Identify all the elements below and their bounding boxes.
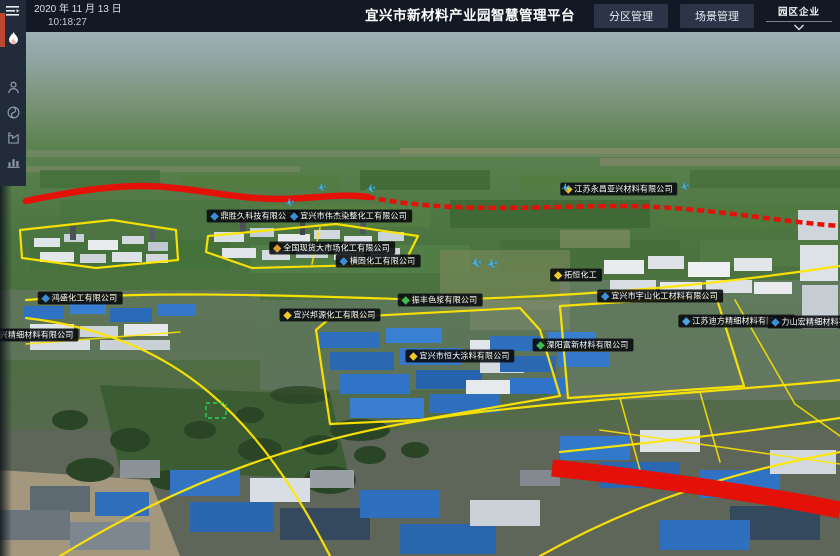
dropdown-label: 园区企业 <box>778 4 820 18</box>
jet-marker-icon[interactable]: ✈ <box>485 256 500 272</box>
jet-marker-icon[interactable]: ✈ <box>679 182 691 195</box>
company-name: 振丰色浆有限公司 <box>412 296 478 305</box>
company-marker-icon <box>401 296 409 304</box>
company-label[interactable]: 全国现货大市场化工有限公司 <box>269 242 395 255</box>
datetime-block: 2020 年 11 月 13 日 10:18:27 <box>34 3 122 29</box>
company-marker-icon <box>601 292 609 300</box>
company-name: 宜兴市宇山化工材料有限公司 <box>611 292 718 301</box>
company-label[interactable]: 江苏永昌亚兴材料有限公司 <box>560 183 677 196</box>
company-name: 宜兴市恒大涂料有限公司 <box>419 352 509 361</box>
flame-icon <box>7 31 20 46</box>
company-marker-icon <box>771 318 779 326</box>
jet-marker-icon[interactable]: ✈ <box>469 255 484 271</box>
company-marker-icon <box>536 341 544 349</box>
company-name: 宜兴市伟杰染整化工有限公司 <box>300 212 407 221</box>
sidebar-item-fire[interactable] <box>0 27 26 49</box>
company-marker-icon <box>41 294 49 302</box>
company-name: 横固化工有限公司 <box>350 257 416 266</box>
company-name: 全国现货大市场化工有限公司 <box>283 244 390 253</box>
company-marker-icon <box>409 352 417 360</box>
menu-icon <box>6 5 20 17</box>
tool-sidebar <box>0 0 26 186</box>
company-label[interactable]: 力山宏精细材料有限公司 <box>767 316 840 329</box>
company-label[interactable]: 振兴精细材料有限公司 <box>0 329 79 342</box>
company-label[interactable]: 鸿盛化工有限公司 <box>38 292 123 305</box>
radar-icon <box>7 106 20 119</box>
company-name: 拓恒化工 <box>564 271 597 280</box>
sidebar-item-enterprise[interactable] <box>0 126 26 148</box>
map-overlay: 鼎胜久科技有限公司 宜兴市伟杰染整化工有限公司 全国现货大市场化工有限公司 横固… <box>0 32 840 556</box>
company-marker-icon <box>682 317 690 325</box>
company-marker-icon <box>210 212 218 220</box>
company-marker-icon <box>339 257 347 265</box>
partition-manage-button[interactable]: 分区管理 <box>594 4 668 28</box>
scene-manage-button[interactable]: 场景管理 <box>680 4 754 28</box>
bar-chart-icon <box>7 155 20 168</box>
company-marker-icon <box>290 212 298 220</box>
park-enterprise-dropdown[interactable]: 园区企业 <box>766 2 832 31</box>
header-actions: 分区管理 场景管理 园区企业 <box>594 0 832 32</box>
dropdown-underline <box>766 21 832 22</box>
jet-marker-icon[interactable]: ✈ <box>316 183 328 196</box>
company-label[interactable]: 宜兴市伟杰染整化工有限公司 <box>286 210 412 223</box>
company-marker-icon <box>554 271 562 279</box>
company-name: 力山宏精细材料有限公司 <box>781 318 840 327</box>
sidebar-item-personnel[interactable] <box>0 76 26 98</box>
company-name: 溧阳富新材料有限公司 <box>547 341 629 350</box>
company-name: 鸿盛化工有限公司 <box>52 294 118 303</box>
company-name: 宜兴邦源化工有限公司 <box>294 311 376 320</box>
company-marker-icon <box>283 311 291 319</box>
top-bar: 2020 年 11 月 13 日 10:18:27 宜兴市新材料产业园智慧管理平… <box>26 0 840 32</box>
current-date: 2020 年 11 月 13 日 <box>34 3 122 16</box>
sidebar-item-radar[interactable] <box>0 101 26 123</box>
company-label[interactable]: 宜兴市宇山化工材料有限公司 <box>597 290 723 303</box>
page-title: 宜兴市新材料产业园智慧管理平台 <box>365 0 575 32</box>
jet-marker-icon[interactable]: ✈ <box>284 198 296 211</box>
company-name: 江苏永昌亚兴材料有限公司 <box>574 185 672 194</box>
chevron-down-icon <box>793 24 805 31</box>
map-3d-viewport[interactable]: 鼎胜久科技有限公司 宜兴市伟杰染整化工有限公司 全国现货大市场化工有限公司 横固… <box>0 32 840 556</box>
factory-icon <box>7 131 20 144</box>
company-name: 振兴精细材料有限公司 <box>0 331 74 340</box>
company-label[interactable]: 横固化工有限公司 <box>336 255 421 268</box>
current-time: 10:18:27 <box>34 16 122 29</box>
sidebar-item-menu[interactable] <box>0 0 26 22</box>
jet-marker-icon[interactable]: ✈ <box>365 182 378 196</box>
company-label[interactable]: 拓恒化工 <box>550 269 602 282</box>
company-label[interactable]: 溧阳富新材料有限公司 <box>533 339 634 352</box>
company-label[interactable]: 宜兴邦源化工有限公司 <box>280 309 381 322</box>
sidebar-item-statistics[interactable] <box>0 150 26 172</box>
company-label[interactable]: 振丰色浆有限公司 <box>398 294 483 307</box>
company-name: 鼎胜久科技有限公司 <box>221 212 295 221</box>
smart-park-platform: 鼎胜久科技有限公司 宜兴市伟杰染整化工有限公司 全国现货大市场化工有限公司 横固… <box>0 0 840 556</box>
company-marker-icon <box>273 244 281 252</box>
company-label[interactable]: 宜兴市恒大涂料有限公司 <box>405 350 514 363</box>
user-icon <box>7 81 20 94</box>
